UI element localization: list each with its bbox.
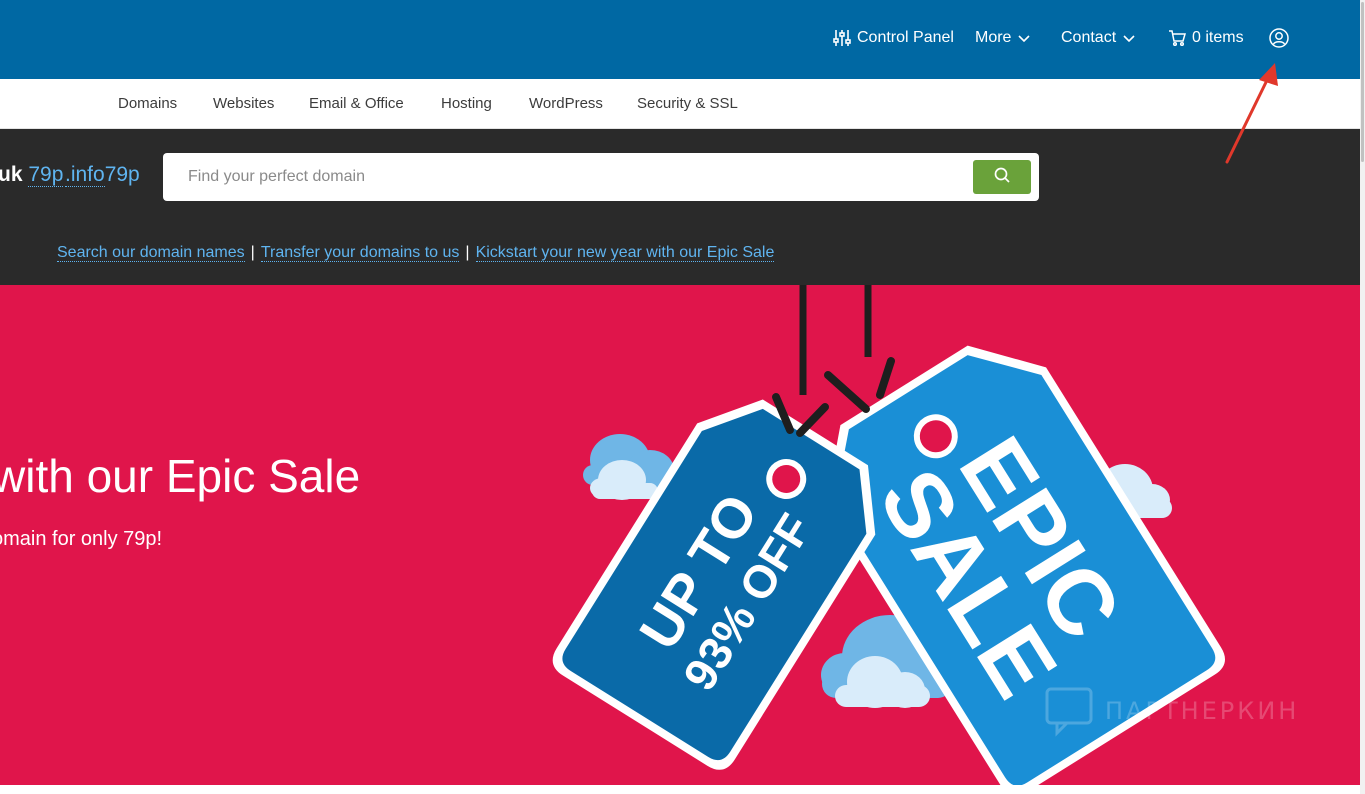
more-label: More — [975, 29, 1012, 46]
nav-item-security-ssl[interactable]: Security & SSL — [637, 95, 738, 112]
link-separator: | — [250, 244, 255, 261]
main-nav: Domains Websites Email & Office Hosting … — [0, 79, 1360, 129]
contact-label: Contact — [1061, 29, 1117, 46]
domain-search-band: uk 79p .info79p Search our domain names |… — [0, 129, 1360, 285]
cart-icon — [1168, 30, 1186, 46]
cart-link[interactable]: 0 items — [1168, 29, 1244, 47]
scrollbar-thumb[interactable] — [1361, 2, 1364, 162]
user-icon — [1269, 28, 1289, 48]
search-icon — [993, 166, 1011, 189]
more-menu[interactable]: More — [975, 29, 1031, 47]
domain-search-box — [163, 153, 1039, 201]
sliders-icon — [833, 29, 851, 47]
nav-item-domains[interactable]: Domains — [118, 95, 177, 112]
watermark: ПАРТНЕРКИН — [1043, 685, 1299, 737]
epic-sale-link[interactable]: Kickstart your new year with our Epic Sa… — [475, 244, 775, 262]
control-panel-label: Control Panel — [857, 29, 954, 46]
transfer-domains-link[interactable]: Transfer your domains to us — [260, 244, 460, 262]
page-bottom-strip — [0, 785, 1360, 794]
hero-subtitle: omain for only 79p! — [0, 528, 163, 550]
cart-label: 0 items — [1192, 29, 1244, 46]
chevron-down-icon — [1122, 33, 1136, 43]
watermark-text: ПАРТНЕРКИН — [1105, 697, 1300, 725]
tld-ext: uk — [0, 163, 23, 186]
account-button[interactable] — [1269, 28, 1289, 48]
chevron-down-icon — [1017, 33, 1031, 43]
contact-menu[interactable]: Contact — [1061, 29, 1136, 47]
domain-search-input[interactable] — [163, 153, 963, 201]
top-bar: Control Panel More Contact 0 items — [0, 0, 1360, 79]
quick-links: Search our domain names | Transfer your do… — [57, 244, 775, 262]
nav-item-wordpress[interactable]: WordPress — [529, 95, 603, 112]
nav-item-email-office[interactable]: Email & Office — [309, 95, 404, 112]
tld-price[interactable]: 79p — [105, 163, 140, 186]
tld-price-info: .info79p — [65, 163, 140, 187]
watermark-logo-icon — [1045, 687, 1093, 737]
hero-banner: UP TO 93% OFF EPIC SALE with our Epic Sa… — [0, 285, 1360, 785]
nav-item-hosting[interactable]: Hosting — [441, 95, 492, 112]
search-domains-link[interactable]: Search our domain names — [57, 244, 245, 262]
nav-item-websites[interactable]: Websites — [213, 95, 274, 112]
tld-ext-link[interactable]: .info — [65, 163, 105, 187]
page-scrollbar[interactable] — [1360, 0, 1365, 794]
control-panel-link[interactable]: Control Panel — [833, 29, 954, 47]
link-separator: | — [465, 244, 470, 261]
tld-price-uk: uk 79p — [0, 163, 64, 187]
tld-price[interactable]: 79p — [28, 163, 64, 187]
hero-title: with our Epic Sale — [0, 450, 361, 502]
search-button[interactable] — [973, 160, 1031, 194]
